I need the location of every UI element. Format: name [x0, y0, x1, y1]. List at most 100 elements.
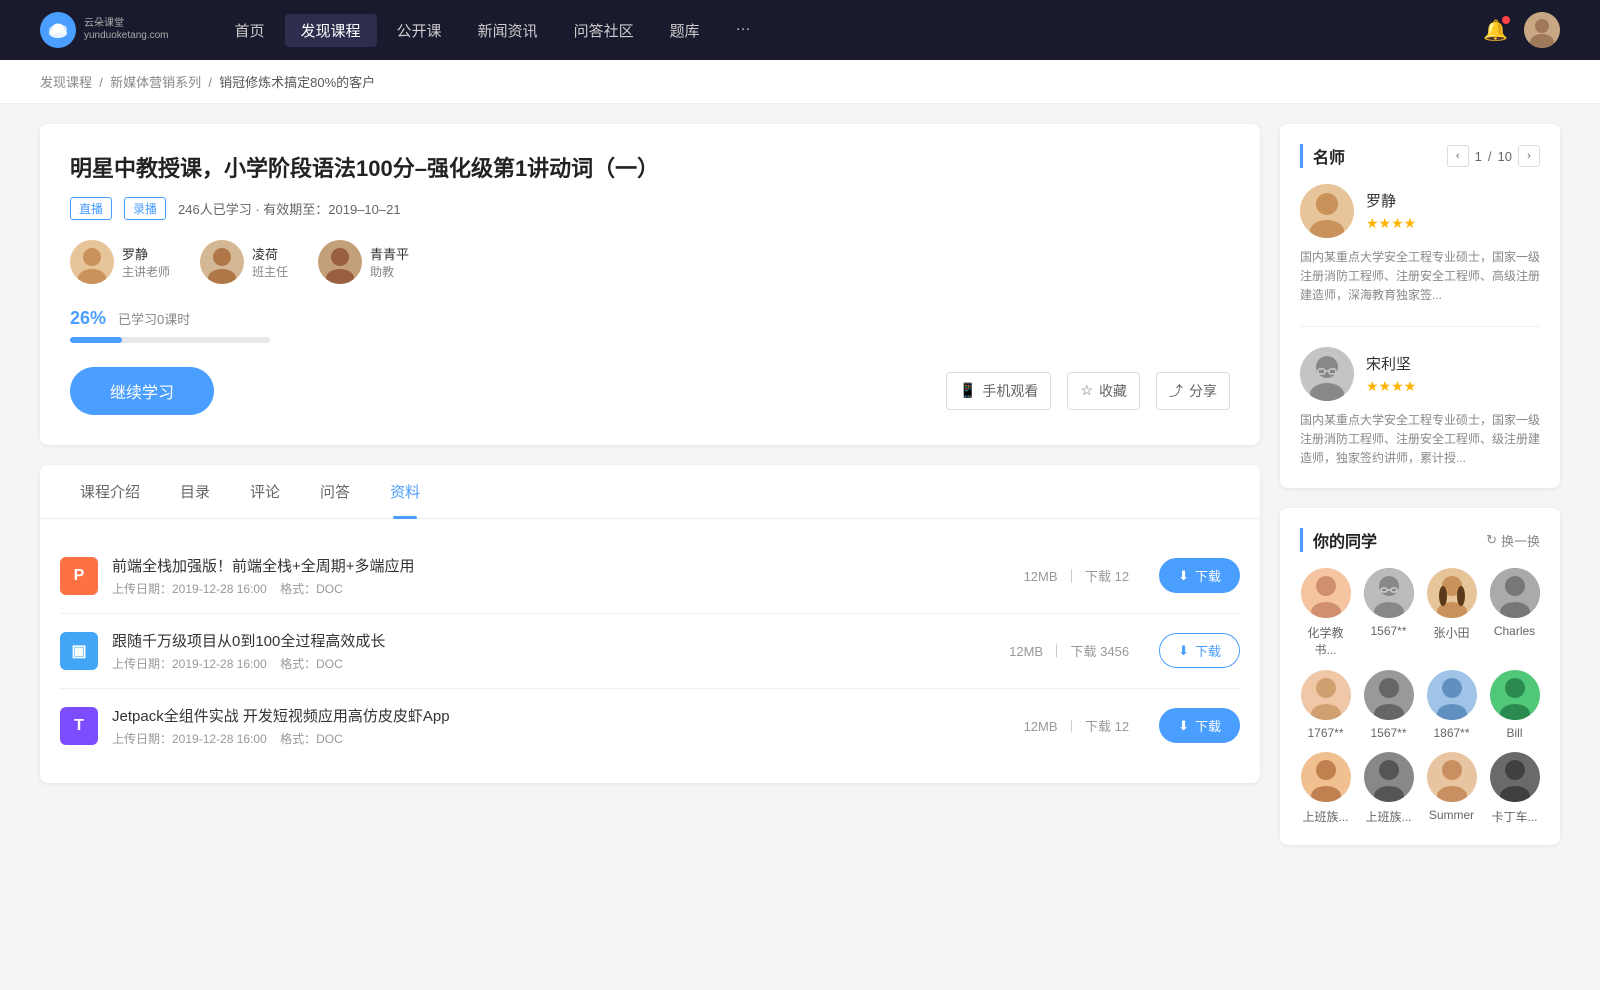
progress-label: 已学习0课时: [118, 309, 190, 328]
classmate-4-avatar: [1301, 670, 1351, 720]
breadcrumb-series[interactable]: 新媒体营销系列: [110, 75, 201, 90]
refresh-button[interactable]: ↻ 换一换: [1486, 531, 1540, 550]
tab-qa[interactable]: 问答: [300, 465, 370, 518]
resource-2-stats: 12MB ｜ 下载 12: [1024, 716, 1130, 735]
nav-items: 首页 发现课程 公开课 新闻资讯 问答社区 题库 ···: [219, 14, 1454, 47]
teacher-2-info: 青青平 助教: [370, 244, 409, 280]
badge-live: 直播: [70, 197, 112, 220]
resource-2-title: Jetpack全组件实战 开发短视频应用高仿皮皮虾App: [112, 705, 1010, 726]
sidebar-teacher-0-avatar: [1300, 184, 1354, 238]
classmate-11-name: 卡丁车...: [1491, 808, 1537, 825]
resource-1: ▣ 跟随千万级项目从0到100全过程高效成长 上传日期：2019-12-28 1…: [60, 614, 1240, 689]
download-icon: ⬇: [1178, 718, 1189, 734]
tab-intro[interactable]: 课程介绍: [60, 465, 160, 518]
tab-catalog[interactable]: 目录: [160, 465, 230, 518]
classmate-1: 1567**: [1363, 568, 1414, 658]
resource-2-icon: T: [60, 707, 98, 745]
nav-open[interactable]: 公开课: [381, 14, 458, 47]
teacher-2-avatar: [318, 240, 362, 284]
resource-0: P 前端全栈加强版！前端全栈+全周期+多端应用 上传日期：2019-12-28 …: [60, 539, 1240, 614]
sidebar: 名师 ‹ 1/10 ›: [1280, 124, 1560, 865]
sidebar-teacher-0-stars: ★★★★: [1366, 215, 1416, 232]
classmate-7-avatar: [1490, 670, 1540, 720]
tab-content-resources: P 前端全栈加强版！前端全栈+全周期+多端应用 上传日期：2019-12-28 …: [40, 519, 1260, 783]
teacher-1-role: 班主任: [252, 263, 288, 280]
user-avatar-nav[interactable]: [1524, 12, 1560, 48]
resource-0-icon: P: [60, 557, 98, 595]
classmate-3-name: Charles: [1494, 624, 1535, 638]
classmate-9-avatar: [1364, 752, 1414, 802]
classmate-4-name: 1767**: [1307, 726, 1343, 740]
classmate-8-avatar: [1301, 752, 1351, 802]
sidebar-teacher-0: 罗静 ★★★★ 国内某重点大学安全工程专业硕士，国家一级注册消防工程师、注册安全…: [1300, 184, 1540, 327]
bell-dot: [1502, 16, 1510, 24]
nav-discover[interactable]: 发现课程: [285, 14, 377, 47]
sidebar-teacher-1: 宋利坚 ★★★★ 国内某重点大学安全工程专业硕士，国家一级注册消防工程师、注册安…: [1300, 347, 1540, 469]
classmate-9-name: 上班族...: [1365, 808, 1411, 825]
classmate-3-avatar: [1490, 568, 1540, 618]
sidebar-teacher-1-detail: 宋利坚 ★★★★: [1366, 353, 1416, 395]
nav-right: 🔔: [1483, 12, 1560, 48]
next-page-button[interactable]: ›: [1518, 145, 1540, 167]
tabs-card: 课程介绍 目录 评论 问答 资料 P 前端全栈加强版！前端全栈+全周期+多端应用…: [40, 465, 1260, 783]
course-card: 明星中教授课，小学阶段语法100分–强化级第1讲动词（一） 直播 录播 246人…: [40, 124, 1260, 445]
classmate-5-avatar: [1364, 670, 1414, 720]
classmate-7: Bill: [1489, 670, 1540, 740]
navbar: 云朵课堂 yunduoketang.com 首页 发现课程 公开课 新闻资讯 问…: [0, 0, 1600, 60]
content-area: 明星中教授课，小学阶段语法100分–强化级第1讲动词（一） 直播 录播 246人…: [40, 124, 1260, 865]
teacher-1-info: 凌荷 班主任: [252, 244, 288, 280]
resource-0-download[interactable]: ⬇ 下载: [1159, 558, 1240, 593]
sidebar-teacher-1-name: 宋利坚: [1366, 353, 1416, 374]
classmate-5-name: 1567**: [1370, 726, 1406, 740]
classmate-3: Charles: [1489, 568, 1540, 658]
classmate-0-avatar: [1301, 568, 1351, 618]
nav-qa[interactable]: 问答社区: [558, 14, 650, 47]
logo[interactable]: 云朵课堂 yunduoketang.com: [40, 12, 169, 48]
course-meta: 直播 录播 246人已学习 · 有效期至：2019–10–21: [70, 197, 1230, 220]
tab-resources[interactable]: 资料: [370, 465, 440, 518]
nav-home[interactable]: 首页: [219, 14, 281, 47]
classmates-grid: 化学教书... 1567**: [1300, 568, 1540, 825]
download-icon: ⬇: [1178, 568, 1189, 584]
main-layout: 明星中教授课，小学阶段语法100分–强化级第1讲动词（一） 直播 录播 246人…: [0, 104, 1600, 885]
resource-1-meta: 上传日期：2019-12-28 16:00 格式：DOC: [112, 655, 995, 672]
sidebar-teacher-0-detail: 罗静 ★★★★: [1366, 190, 1416, 232]
course-stats: 246人已学习 · 有效期至：2019–10–21: [178, 199, 401, 218]
resource-1-download[interactable]: ⬇ 下载: [1159, 633, 1240, 668]
progress-section: 26% 已学习0课时: [70, 308, 1230, 343]
bell-icon[interactable]: 🔔: [1483, 18, 1508, 43]
classmate-2-name: 张小田: [1433, 624, 1469, 641]
classmate-10-name: Summer: [1429, 808, 1474, 822]
tab-comments[interactable]: 评论: [230, 465, 300, 518]
resource-2-download[interactable]: ⬇ 下载: [1159, 708, 1240, 743]
nav-more[interactable]: ···: [720, 14, 767, 47]
teachers-card: 名师 ‹ 1/10 ›: [1280, 124, 1560, 488]
nav-quiz[interactable]: 题库: [654, 14, 716, 47]
resource-0-title: 前端全栈加强版！前端全栈+全周期+多端应用: [112, 555, 1010, 576]
share-button[interactable]: ⤴ 分享: [1156, 372, 1230, 410]
teacher-2-role: 助教: [370, 263, 409, 280]
teacher-1: 凌荷 班主任: [200, 240, 288, 284]
classmate-2-avatar: [1427, 568, 1477, 618]
mobile-watch-button[interactable]: 📱 手机观看: [946, 372, 1051, 410]
classmates-card: 你的同学 ↻ 换一换 化学教书...: [1280, 508, 1560, 845]
classmates-title: 你的同学: [1300, 528, 1377, 552]
classmate-6: 1867**: [1426, 670, 1477, 740]
resource-1-icon: ▣: [60, 632, 98, 670]
teacher-0-role: 主讲老师: [122, 263, 170, 280]
course-title: 明星中教授课，小学阶段语法100分–强化级第1讲动词（一）: [70, 154, 1230, 185]
classmate-2: 张小田: [1426, 568, 1477, 658]
breadcrumb-discover[interactable]: 发现课程: [40, 75, 92, 90]
prev-page-button[interactable]: ‹: [1447, 145, 1469, 167]
classmate-0-name: 化学教书...: [1300, 624, 1351, 658]
classmate-1-avatar: [1364, 568, 1414, 618]
classmate-0: 化学教书...: [1300, 568, 1351, 658]
classmate-1-name: 1567**: [1370, 624, 1406, 638]
continue-button[interactable]: 继续学习: [70, 367, 214, 415]
resource-1-title: 跟随千万级项目从0到100全过程高效成长: [112, 630, 995, 651]
collect-button[interactable]: ☆ 收藏: [1067, 372, 1140, 410]
classmate-10: Summer: [1426, 752, 1477, 825]
download-icon: ⬇: [1178, 643, 1189, 659]
resource-2-info: Jetpack全组件实战 开发短视频应用高仿皮皮虾App 上传日期：2019-1…: [112, 705, 1010, 747]
nav-news[interactable]: 新闻资讯: [462, 14, 554, 47]
